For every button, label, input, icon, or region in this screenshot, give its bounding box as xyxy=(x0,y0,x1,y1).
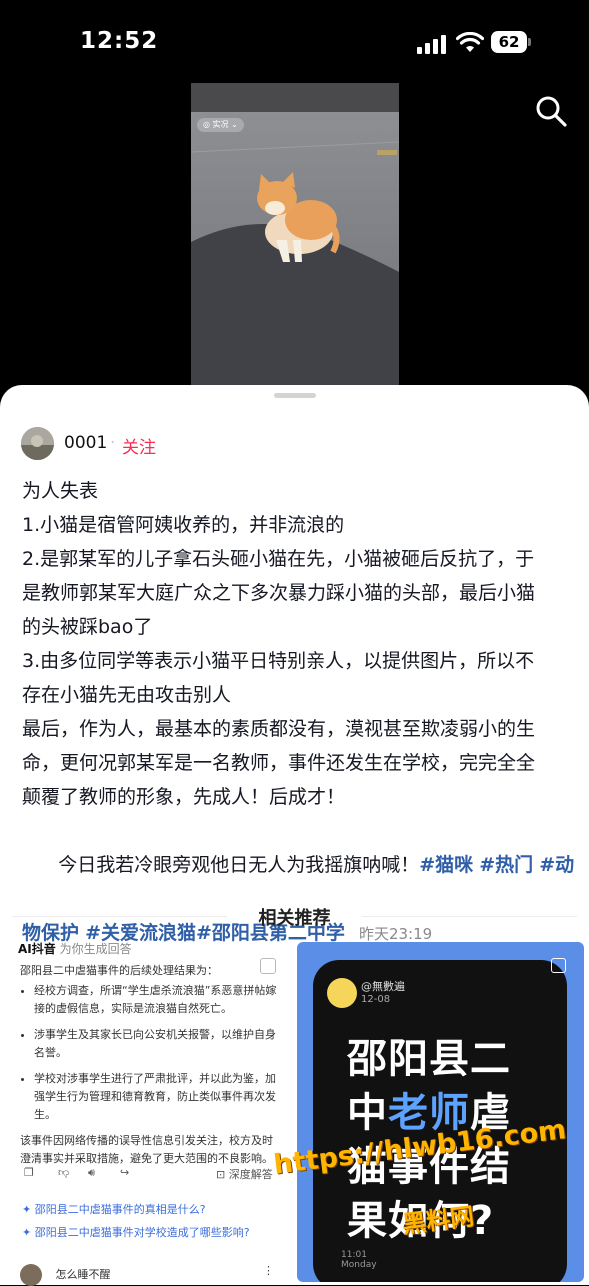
post-line: 颠覆了教师的形象，先成人！后成才！ xyxy=(22,786,346,808)
author-name[interactable]: 0001 xyxy=(64,433,107,453)
sparkle-icon: ✦ xyxy=(22,1226,35,1239)
ai-question: 邵阳县二中虐猫事件的后续处理结果为： xyxy=(20,964,218,977)
list-item: 经校方调查，所谓“学生虐杀流浪猫”系恶意拼帖嫁接的虚假信息，实际是流浪猫自然死亡… xyxy=(34,982,280,1018)
follow-button[interactable]: 关注 xyxy=(122,433,156,458)
ai-action-bar: ❐ 👎︎ 🔊︎ ↪ ⊡ 深度解答 xyxy=(14,1166,276,1186)
list-item: 涉事学生及其家长已向公安机关报警，以维护自身名誉。 xyxy=(34,1026,280,1062)
thumb-footer: 11:01 Monday xyxy=(341,1250,377,1270)
post-line: 是教师郭某军大庭广众之下多次暴力踩小猫的头部，最后小猫 xyxy=(22,582,536,604)
chevron-down-icon: ⌄ xyxy=(231,120,238,129)
cellular-signal-icon xyxy=(417,34,449,54)
speaker-icon[interactable]: 🔊︎ xyxy=(88,1166,95,1180)
post-line: 2.是郭某军的儿子拿石头砸小猫在先，小猫被砸后反抗了，于 xyxy=(22,548,535,570)
deep-answer-icon: ⊡ xyxy=(216,1168,226,1181)
ai-brand: AI抖音 xyxy=(18,942,56,956)
battery-icon: 62 xyxy=(491,31,531,53)
post-line: 命，更何况郭某军是一名教师，事件还发生在学校，完完全全 xyxy=(22,752,536,774)
live-photo-badge: ◎ 实况 ⌄ xyxy=(197,118,244,132)
post-line: 最后，作为人，最基本的素质都没有，漠视甚至欺凌弱小的生 xyxy=(22,718,536,740)
avatar xyxy=(20,1264,42,1286)
hashtag[interactable]: #动 xyxy=(539,854,574,876)
search-icon[interactable] xyxy=(534,94,568,128)
avatar xyxy=(327,978,357,1008)
hashtag[interactable]: #热门 xyxy=(479,854,533,876)
followup-question[interactable]: ✦ 邵阳县二中虐猫事件对学校造成了哪些影响? xyxy=(22,1224,250,1240)
card-author[interactable]: 怎么睡不醒 ⋮ xyxy=(20,1264,280,1286)
related-title: 相关推荐 xyxy=(258,908,331,929)
post-closing-text: 今日我若冷眼旁观他日无人为我摇旗呐喊！ xyxy=(46,854,420,876)
post-text: 为人失表 1.小猫是宿管阿姨收养的，并非流浪的 2.是郭某军的儿子拿石头砸小猫在… xyxy=(22,474,574,951)
thumb-account: @無數遍 xyxy=(361,980,405,993)
followup-question[interactable]: ✦ 邵阳县二中虐猫事件的真相是什么? xyxy=(22,1201,206,1217)
wifi-icon xyxy=(456,32,484,52)
ai-bullets: 经校方调查，所谓“学生虐杀流浪猫”系恶意拼帖嫁接的虚假信息，实际是流浪猫自然死亡… xyxy=(20,982,280,1124)
post-line: 3.由多位同学等表示小猫平日特别亲人，以提供图片，所以不 xyxy=(22,650,535,672)
related-header: 相关推荐 xyxy=(0,904,589,930)
ai-answer-header: AI抖音 为你生成回答 xyxy=(18,942,132,957)
dislike-icon[interactable]: 👎︎ xyxy=(58,1166,69,1179)
post-line: 存在小猫先无由攻击别人 xyxy=(22,684,232,706)
more-icon[interactable]: ⋮ xyxy=(263,1264,274,1277)
separator-dot: · xyxy=(110,433,116,453)
deep-answer-button[interactable]: ⊡ 深度解答 xyxy=(216,1166,273,1182)
video-player[interactable]: ◎ 实况 ⌄ xyxy=(191,83,399,394)
post-line: 1.小猫是宿管阿姨收养的，并非流浪的 xyxy=(22,514,345,536)
list-item: 学校对涉事学生进行了严肃批评，并以此为鉴，加强学生行为管理和德育教育，防止类似事… xyxy=(34,1070,280,1124)
status-bar: 12:52 62 xyxy=(0,0,589,80)
copy-icon[interactable]: ❐ xyxy=(24,1166,34,1179)
checkbox-icon[interactable] xyxy=(551,958,566,973)
thumb-date: 12-08 xyxy=(361,994,391,1005)
post-line: 的头被踩bao了 xyxy=(22,616,153,638)
author-avatar[interactable] xyxy=(21,427,54,460)
battery-level: 62 xyxy=(491,31,527,53)
cat-photo xyxy=(191,112,399,394)
status-time: 12:52 xyxy=(80,28,159,54)
hashtag[interactable]: #猫咪 xyxy=(419,854,473,876)
live-photo-icon: ◎ xyxy=(203,120,210,129)
ai-note: 为你生成回答 xyxy=(59,942,132,956)
sparkle-icon: ✦ xyxy=(22,1203,35,1216)
post-line: 为人失表 xyxy=(22,480,99,502)
share-icon[interactable]: ↪ xyxy=(120,1166,129,1179)
sheet-drag-handle[interactable] xyxy=(274,393,316,398)
ai-summary: 该事件因网络传播的误导性信息引发关注，校方及时澄清事实并采取措施，避免了更大范围… xyxy=(20,1134,273,1165)
